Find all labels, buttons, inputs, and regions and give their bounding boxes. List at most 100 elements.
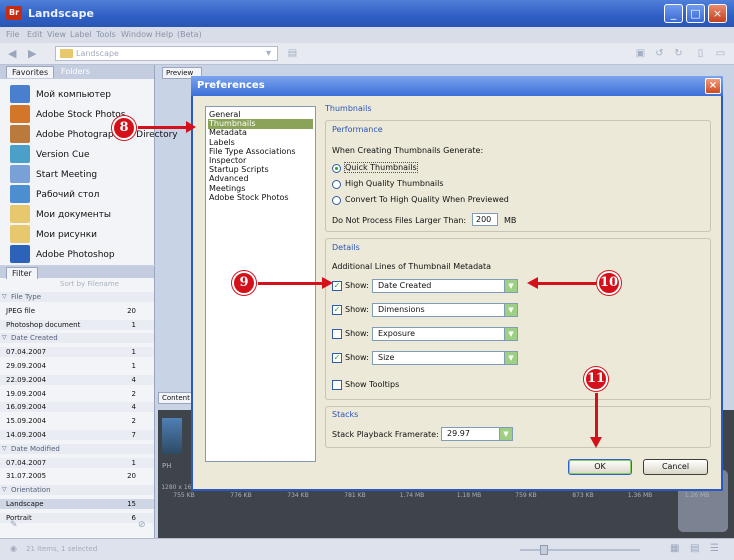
metadata-field-dropdown[interactable]: Date Created ▼ — [372, 279, 518, 293]
filter-group[interactable]: ▽ File Type — [0, 292, 154, 302]
get-photos-icon[interactable]: ▣ — [634, 47, 647, 60]
filter-row[interactable]: 15.09.2004 2 — [0, 416, 154, 426]
favorite-item[interactable]: Version Cue — [10, 145, 150, 165]
callout-10-arrow-head — [527, 277, 538, 289]
chevron-down-icon: ▽ — [2, 293, 7, 300]
delete-icon[interactable]: ▯ — [694, 47, 707, 60]
tab-favorites[interactable]: Favorites — [6, 66, 55, 78]
menu-file[interactable]: File — [6, 30, 19, 39]
filter-tabs: Filter — [0, 266, 154, 279]
rotate-left-icon[interactable]: ↺ — [653, 47, 666, 60]
filter-row[interactable]: 19.09.2004 2 — [0, 389, 154, 399]
favorite-item[interactable]: Мои рисунки — [10, 225, 150, 245]
callout-11: 11 — [584, 367, 608, 391]
performance-prompt: When Creating Thumbnails Generate: — [332, 146, 484, 155]
menu-edit[interactable]: Edit — [27, 30, 43, 39]
filter-row[interactable]: 07.04.2007 1 — [0, 347, 154, 358]
ok-button[interactable]: OK — [568, 459, 632, 475]
filter-row[interactable]: JPEG file 20 — [0, 306, 154, 316]
filter-row[interactable]: 14.09.2004 7 — [0, 430, 154, 440]
filter-row-label: File Type — [11, 293, 42, 301]
filter-group[interactable]: ▽ Orientation — [0, 485, 154, 496]
preferences-title-bar: Preferences × — [191, 76, 723, 96]
compact-mode-icon[interactable]: ▭ — [714, 47, 727, 60]
show-metadata-checkbox[interactable] — [332, 329, 342, 339]
thumbnail-size-slider-knob[interactable] — [540, 545, 548, 555]
file-size-limit-input[interactable]: 200 — [472, 213, 498, 226]
filter-row[interactable]: 16.09.2004 4 — [0, 402, 154, 413]
tab-filter[interactable]: Filter — [6, 267, 38, 279]
filter-group[interactable]: ▽ Date Modified — [0, 443, 154, 454]
filter-group[interactable]: ▽ Date Created — [0, 333, 154, 344]
view-details-button[interactable]: ▤ — [690, 543, 699, 554]
view-grid-button[interactable]: ▦ — [670, 543, 679, 554]
filter-clear-icon[interactable]: ⊘ — [138, 520, 146, 530]
filter-row[interactable]: Portrait 6 — [0, 512, 154, 523]
menu-tools[interactable]: Tools — [96, 30, 116, 39]
filter-row[interactable]: 31.07.2005 20 — [0, 471, 154, 481]
favorite-label: Мой компьютер — [36, 90, 111, 100]
close-icon[interactable]: × — [705, 78, 721, 94]
category-adobe-stock-photos[interactable]: Adobe Stock Photos — [208, 193, 313, 203]
favorite-item[interactable]: Adobe Photoshop — [10, 245, 150, 265]
filter-row[interactable]: 22.09.2004 4 — [0, 374, 154, 385]
camera-icon[interactable]: ▤ — [286, 47, 299, 60]
show-metadata-checkbox[interactable]: ✓ — [332, 281, 342, 291]
close-window-button[interactable]: × — [708, 4, 727, 23]
filter-row[interactable]: Photoshop document 1 — [0, 319, 154, 330]
menu-label[interactable]: Label — [70, 30, 92, 39]
callout-9-arrow-head — [322, 277, 333, 289]
status-text: 21 items, 1 selected — [26, 545, 98, 553]
view-list-button[interactable]: ☰ — [710, 543, 719, 554]
file-size-limit-label: Do Not Process Files Larger Than: — [332, 216, 467, 225]
show-metadata-checkbox[interactable]: ✓ — [332, 305, 342, 315]
menu-help[interactable]: Help — [155, 30, 173, 39]
menu-view[interactable]: View — [47, 30, 66, 39]
preferences-title: Preferences — [197, 80, 265, 91]
radio-quick-thumbnails[interactable] — [332, 164, 341, 173]
sort-by-filename-menu[interactable]: Sort by Filename — [60, 280, 119, 288]
metadata-field-dropdown[interactable]: Size ▼ — [372, 351, 518, 365]
filter-row[interactable]: 29.09.2004 1 — [0, 361, 154, 371]
show-metadata-checkbox[interactable]: ✓ — [332, 353, 342, 363]
favorite-label: Adobe Stock Photos — [36, 110, 126, 120]
new-window-icon[interactable]: ✎ — [10, 520, 18, 530]
back-arrow-icon[interactable]: ◀ — [8, 47, 22, 60]
filter-row-label: 14.09.2004 — [6, 431, 47, 439]
path-dropdown-icon[interactable]: ▾ — [262, 47, 275, 60]
metadata-field-dropdown[interactable]: Dimensions ▼ — [372, 303, 518, 317]
menu-window[interactable]: Window — [121, 30, 153, 39]
stack-framerate-dropdown[interactable]: 29.97 ▼ — [441, 427, 513, 441]
radio-high-quality[interactable] — [332, 180, 341, 189]
filter-row[interactable]: Landscape 15 — [0, 499, 154, 509]
show-tooltips-checkbox[interactable] — [332, 380, 342, 390]
filter-row-count: 4 — [131, 375, 136, 384]
favorite-item[interactable]: Start Meeting — [10, 165, 150, 185]
title-bar: Br Landscape _ □ × — [0, 0, 734, 27]
favorite-item[interactable]: Мои документы — [10, 205, 150, 225]
cancel-button[interactable]: Cancel — [643, 459, 708, 475]
details-group: Details Additional Lines of Thumbnail Me… — [325, 238, 711, 400]
radio-convert-when-previewed[interactable] — [332, 196, 341, 205]
tab-folders[interactable]: Folders — [56, 66, 95, 78]
minimize-button[interactable]: _ — [664, 4, 683, 23]
chevron-down-icon: ▼ — [504, 280, 517, 292]
favorite-item[interactable]: Мой компьютер — [10, 85, 150, 105]
favorite-icon — [10, 105, 30, 123]
filter-row-count: 4 — [131, 403, 136, 412]
rotate-right-icon[interactable]: ↻ — [672, 47, 685, 60]
thumbnail-size-slider[interactable] — [520, 549, 640, 551]
thumbnail-image[interactable] — [162, 418, 182, 454]
path-bar[interactable]: Landscape — [55, 46, 278, 61]
forward-arrow-icon[interactable]: ▶ — [28, 47, 42, 60]
details-title: Details — [332, 243, 360, 252]
filter-row[interactable]: 07.04.2007 1 — [0, 457, 154, 468]
callout-9-arrow — [258, 282, 324, 285]
favorite-item[interactable]: Рабочий стол — [10, 185, 150, 205]
menu-bar: File Edit View Label Tools Window Help (… — [0, 27, 734, 43]
menu-beta[interactable]: (Beta) — [177, 30, 202, 39]
metadata-field-dropdown[interactable]: Exposure ▼ — [372, 327, 518, 341]
chevron-down-icon: ▽ — [2, 486, 7, 494]
maximize-button[interactable]: □ — [686, 4, 705, 23]
show-label: Show: — [345, 329, 369, 338]
